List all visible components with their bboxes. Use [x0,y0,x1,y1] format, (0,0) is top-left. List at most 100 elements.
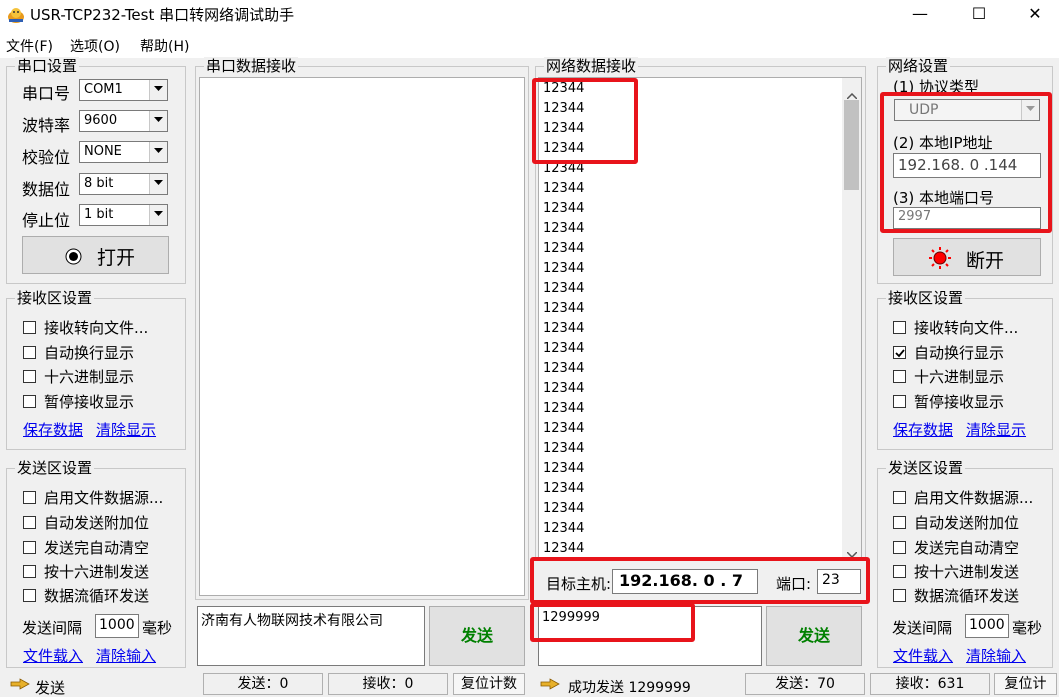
left-interval-unit: 毫秒 [142,619,173,637]
parity-value: NONE [84,144,122,159]
serial-send-input[interactable]: 济南有人物联网技术有限公司 [197,606,425,666]
checkbox[interactable] [893,370,906,383]
network-receive-line: 12344 [543,381,585,396]
red-indicator-icon [928,246,952,274]
right-send-option[interactable]: 自动发送附加位 [893,512,1019,532]
left-send-option[interactable]: 数据流循环发送 [23,585,149,605]
right-send-option[interactable]: 发送完自动清空 [893,537,1019,557]
scrollbar-thumb[interactable] [844,100,859,190]
title-bar: USR-TCP232-Test 串口转网络调试助手 — ☐ ✕ [0,0,1059,30]
right-save-data-link[interactable]: 保存数据 [893,419,953,440]
menu-file[interactable]: 文件(F) [6,36,53,56]
checkbox[interactable] [893,541,906,554]
left-send-option[interactable]: 发送完自动清空 [23,537,149,557]
network-status-text: 成功发送 1299999 [568,680,691,696]
network-receive-line: 12344 [543,281,585,296]
checkbox[interactable] [893,516,906,529]
checkbox[interactable] [23,516,36,529]
pointing-hand-icon [10,677,30,695]
maximize-button[interactable]: ☐ [956,0,1002,30]
baud-label: 波特率 [22,116,71,135]
parity-select[interactable]: NONE [79,141,168,163]
left-receive-option[interactable]: 自动换行显示 [23,342,134,362]
chevron-down-icon[interactable] [149,142,167,162]
network-received-count: 接收：631 [870,673,990,695]
chevron-down-icon[interactable] [149,111,167,131]
right-send-option[interactable]: 启用文件数据源... [893,487,1033,507]
port-select[interactable]: COM1 [79,79,168,101]
serial-reset-count-button[interactable]: 复位计数 [453,673,525,695]
left-status-text: 发送 [35,679,66,697]
left-send-option[interactable]: 按十六进制发送 [23,561,149,581]
right-receive-option[interactable]: 接收转向文件... [893,317,1018,337]
right-receive-settings-title: 接收区设置 [886,289,966,307]
chevron-down-icon[interactable] [846,544,858,557]
left-clear-display-link[interactable]: 清除显示 [96,419,156,440]
checkbox[interactable] [23,346,36,359]
checkbox[interactable] [893,321,906,334]
parity-label: 校验位 [22,148,71,167]
left-interval-input[interactable]: 1000 [95,614,139,638]
right-send-option[interactable]: 按十六进制发送 [893,561,1019,581]
right-interval-input[interactable]: 1000 [965,614,1009,638]
right-receive-option[interactable]: 暂停接收显示 [893,391,1004,411]
stop-bits-select[interactable]: 1 bit [79,204,168,226]
right-receive-option[interactable]: 自动换行显示 [893,342,1004,362]
left-send-option[interactable]: 启用文件数据源... [23,487,163,507]
network-receive-line: 12344 [543,361,585,376]
menu-options[interactable]: 选项(O) [70,36,120,56]
option-label: 接收转向文件... [914,319,1019,337]
close-button[interactable]: ✕ [1012,0,1058,30]
network-send-button[interactable]: 发送 [766,606,862,666]
right-load-file-link[interactable]: 文件载入 [893,645,953,666]
left-receive-option[interactable]: 暂停接收显示 [23,391,134,411]
left-save-data-link[interactable]: 保存数据 [23,419,83,440]
left-clear-input-link[interactable]: 清除输入 [96,645,156,666]
checkbox[interactable] [23,491,36,504]
checkbox[interactable] [23,565,36,578]
serial-receive-area[interactable] [199,77,525,596]
checkbox[interactable] [23,395,36,408]
network-scrollbar[interactable] [842,78,861,557]
right-send-settings-title: 发送区设置 [886,459,966,477]
chevron-down-icon[interactable] [149,205,167,225]
checkbox[interactable] [893,565,906,578]
disconnect-button[interactable]: 断开 [893,238,1041,276]
checkbox[interactable] [23,370,36,383]
stop-bits-label: 停止位 [22,211,71,230]
port-value: COM1 [84,82,123,97]
left-receive-option[interactable]: 十六进制显示 [23,366,134,386]
radio-dot-icon [65,248,82,269]
left-load-file-link[interactable]: 文件载入 [23,645,83,666]
right-clear-display-link[interactable]: 清除显示 [966,419,1026,440]
option-label: 启用文件数据源... [44,489,164,507]
right-clear-input-link[interactable]: 清除输入 [966,645,1026,666]
checkbox[interactable] [893,395,906,408]
serial-sent-count: 发送：0 [203,673,323,695]
option-label: 发送完自动清空 [914,539,1020,557]
serial-send-button[interactable]: 发送 [429,606,525,666]
checkbox[interactable] [23,589,36,602]
chevron-down-icon[interactable] [149,80,167,100]
checkbox[interactable] [893,491,906,504]
network-reset-count-button[interactable]: 复位计 [994,673,1057,695]
network-receive-line: 12344 [543,221,585,236]
right-receive-option[interactable]: 十六进制显示 [893,366,1004,386]
data-bits-select[interactable]: 8 bit [79,173,168,195]
checkbox-checked[interactable] [893,346,906,359]
checkbox[interactable] [23,321,36,334]
network-receive-line: 12344 [543,341,585,356]
left-receive-option[interactable]: 接收转向文件... [23,317,148,337]
data-bits-value: 8 bit [84,176,114,191]
checkbox[interactable] [23,541,36,554]
minimize-button[interactable]: — [897,0,943,30]
baud-select[interactable]: 9600 [79,110,168,132]
highlight-box-send-text [530,603,695,642]
left-send-option[interactable]: 自动发送附加位 [23,512,149,532]
open-port-button[interactable]: 打开 [22,236,169,274]
checkbox[interactable] [893,589,906,602]
menu-help[interactable]: 帮助(H) [140,36,189,56]
network-receive-line: 12344 [543,321,585,336]
chevron-down-icon[interactable] [149,174,167,194]
right-send-option[interactable]: 数据流循环发送 [893,585,1019,605]
